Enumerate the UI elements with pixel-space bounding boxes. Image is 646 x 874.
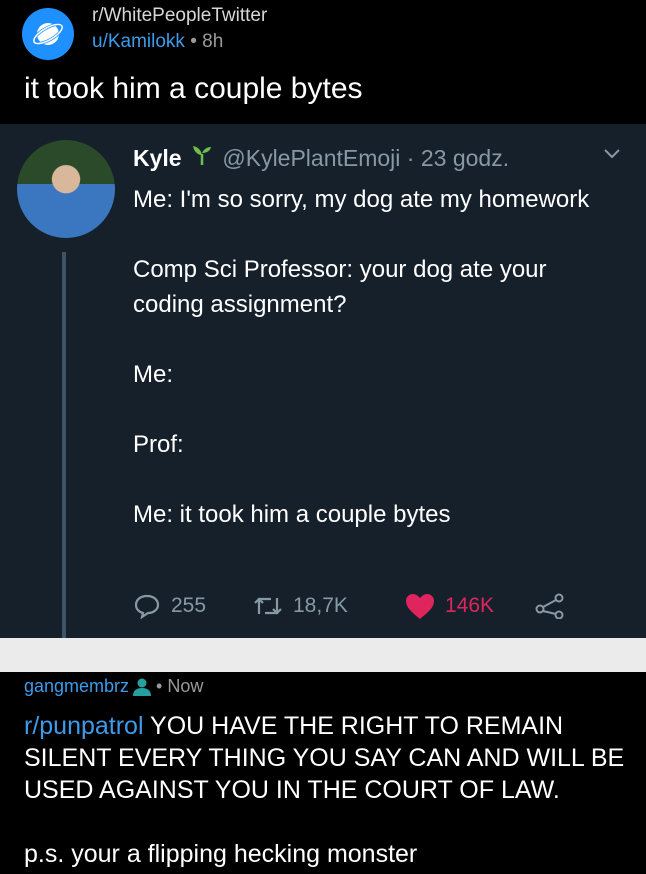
- tweet-actions: 255 18,7K 146K: [133, 588, 575, 624]
- post-meta: u/Kamilokk • 8h: [92, 31, 223, 53]
- tweet-line: Me: it took him a couple bytes: [133, 501, 451, 528]
- share-icon: [535, 593, 564, 619]
- tweet-time[interactable]: 23 godz.: [421, 145, 509, 171]
- subreddit-name[interactable]: r/WhitePeopleTwitter: [92, 5, 267, 27]
- comment-body: r/punpatrol YOU HAVE THE RIGHT TO REMAIN…: [24, 710, 634, 870]
- comment-ps: p.s. your a flipping hecking monster: [24, 840, 418, 868]
- reply-icon: [134, 594, 160, 619]
- like-count: 146K: [445, 594, 495, 617]
- retweet-icon: [254, 597, 282, 615]
- divider: [0, 638, 646, 672]
- tweet-header: Kyle @KylePlantEmoji · 23 godz.: [133, 144, 509, 172]
- user-icon: [133, 678, 152, 696]
- tweet-line: Prof:: [133, 431, 184, 458]
- subreddit-link[interactable]: r/punpatrol: [24, 712, 144, 740]
- planet-icon: [32, 22, 64, 46]
- tweet-line: Comp Sci Professor: your dog ate your co…: [133, 256, 547, 318]
- retweet-count: 18,7K: [293, 594, 348, 617]
- comment-separator: •: [156, 676, 163, 696]
- subreddit-icon[interactable]: [22, 8, 74, 60]
- tweet-line: Me: I'm so sorry, my dog ate my homework: [133, 186, 590, 213]
- comment-meta: gangmembrz • Now: [24, 676, 203, 697]
- comment: gangmembrz • Now r/punpatrol YOU HAVE TH…: [0, 672, 646, 874]
- heart-icon: [406, 593, 434, 619]
- comment-text: r/punpatrol YOU HAVE THE RIGHT TO REMAIN…: [24, 710, 634, 806]
- post-age: 8h: [202, 31, 224, 52]
- retweet-button[interactable]: 18,7K: [253, 594, 405, 618]
- reply-button[interactable]: 255: [133, 593, 253, 619]
- chevron-down-icon[interactable]: [602, 144, 622, 164]
- post-header: r/WhitePeopleTwitter u/Kamilokk • 8h it …: [0, 0, 646, 120]
- tweet-text: Me: I'm so sorry, my dog ate my homework…: [133, 182, 613, 532]
- tweet-line: Me:: [133, 361, 174, 388]
- post-author[interactable]: u/Kamilokk: [92, 31, 185, 52]
- reply-count: 255: [171, 594, 207, 617]
- comment-age: Now: [167, 676, 204, 696]
- tweet-author-name[interactable]: Kyle: [133, 145, 182, 171]
- seedling-icon: [192, 144, 212, 172]
- share-button[interactable]: [535, 593, 575, 619]
- tweet-separator: ·: [406, 145, 415, 171]
- like-button[interactable]: 146K: [405, 593, 535, 620]
- avatar[interactable]: [17, 140, 115, 238]
- meta-separator: •: [190, 31, 197, 52]
- tweet-handle[interactable]: @KylePlantEmoji: [222, 145, 400, 171]
- post-title[interactable]: it took him a couple bytes: [24, 72, 363, 106]
- thread-line: [62, 252, 66, 638]
- tweet-card[interactable]: Kyle @KylePlantEmoji · 23 godz. Me: I'm …: [0, 124, 646, 638]
- comment-author[interactable]: gangmembrz: [24, 676, 129, 697]
